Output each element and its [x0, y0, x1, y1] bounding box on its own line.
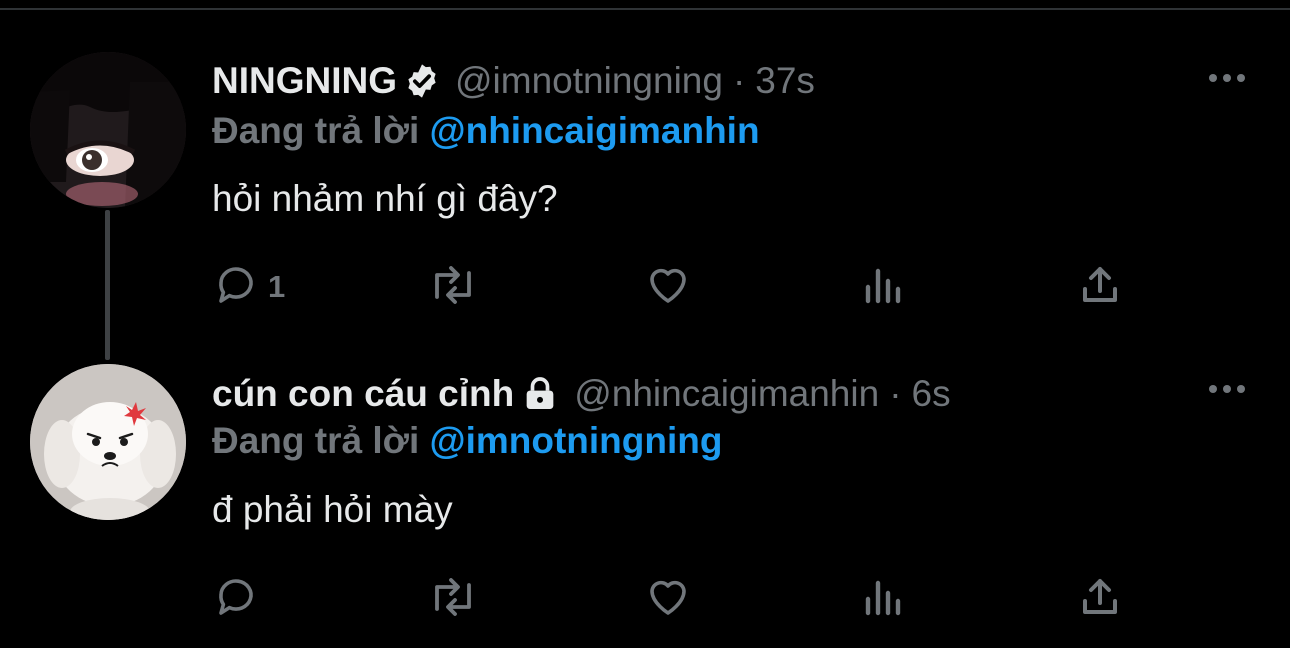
reply-mention-link[interactable]: @nhincaigimanhin: [430, 110, 760, 151]
display-name[interactable]: NINGNING: [212, 60, 397, 102]
share-button[interactable]: [1078, 262, 1122, 312]
like-button[interactable]: [644, 574, 692, 624]
reply-icon: [212, 261, 260, 314]
reply-mention-link[interactable]: @imnotningning: [430, 420, 723, 461]
timestamp[interactable]: 6s: [912, 373, 951, 415]
reply-count: 1: [268, 269, 286, 304]
retweet-button[interactable]: [425, 262, 481, 312]
tweet-header: cún con cáu cỉnh @nhincaigimanhin · 6s: [212, 369, 951, 419]
display-name[interactable]: cún con cáu cỉnh: [212, 373, 514, 415]
replying-to-label: Đang trả lời: [212, 110, 420, 151]
action-bar: 1: [212, 262, 1212, 312]
like-button[interactable]: [644, 262, 692, 312]
tweet[interactable]: cún con cáu cỉnh @nhincaigimanhin · 6s Đ…: [0, 330, 1290, 648]
separator-dot: ·: [889, 373, 902, 414]
lock-icon: [520, 374, 560, 414]
more-options-icon[interactable]: [1204, 374, 1250, 404]
avatar[interactable]: [30, 52, 186, 208]
retweet-icon: [425, 261, 481, 314]
views-button[interactable]: [862, 574, 906, 624]
action-bar: [212, 574, 1212, 624]
separator-dot: ·: [732, 60, 746, 101]
tweet-header: NINGNING @imnotningning · 37s: [212, 56, 815, 106]
reply-icon: [212, 573, 260, 626]
timestamp[interactable]: 37s: [755, 60, 815, 102]
replying-to: Đang trả lời @nhincaigimanhin: [212, 110, 760, 154]
bar-chart-icon: [862, 261, 906, 314]
more-options-icon[interactable]: [1204, 63, 1250, 93]
handle[interactable]: @nhincaigimanhin: [574, 373, 879, 415]
tweet[interactable]: NINGNING @imnotningning · 37s Đang trả l…: [0, 0, 1290, 360]
tweet-text: hỏi nhảm nhí gì đây?: [212, 178, 558, 219]
verified-badge-icon: [403, 62, 441, 100]
retweet-icon: [425, 573, 481, 626]
share-button[interactable]: [1078, 574, 1122, 624]
share-icon: [1078, 573, 1122, 626]
replying-to-label: Đang trả lời: [212, 420, 420, 461]
heart-icon: [644, 573, 692, 626]
views-button[interactable]: [862, 262, 906, 312]
tweet-text: đ phải hỏi mày: [212, 489, 453, 530]
heart-icon: [644, 261, 692, 314]
replying-to: Đang trả lời @imnotningning: [212, 420, 722, 464]
reply-button[interactable]: 1: [212, 262, 285, 312]
retweet-button[interactable]: [425, 574, 481, 624]
avatar[interactable]: [30, 364, 186, 520]
bar-chart-icon: [862, 573, 906, 626]
reply-button[interactable]: [212, 574, 268, 624]
share-icon: [1078, 261, 1122, 314]
handle[interactable]: @imnotningning: [455, 60, 723, 102]
